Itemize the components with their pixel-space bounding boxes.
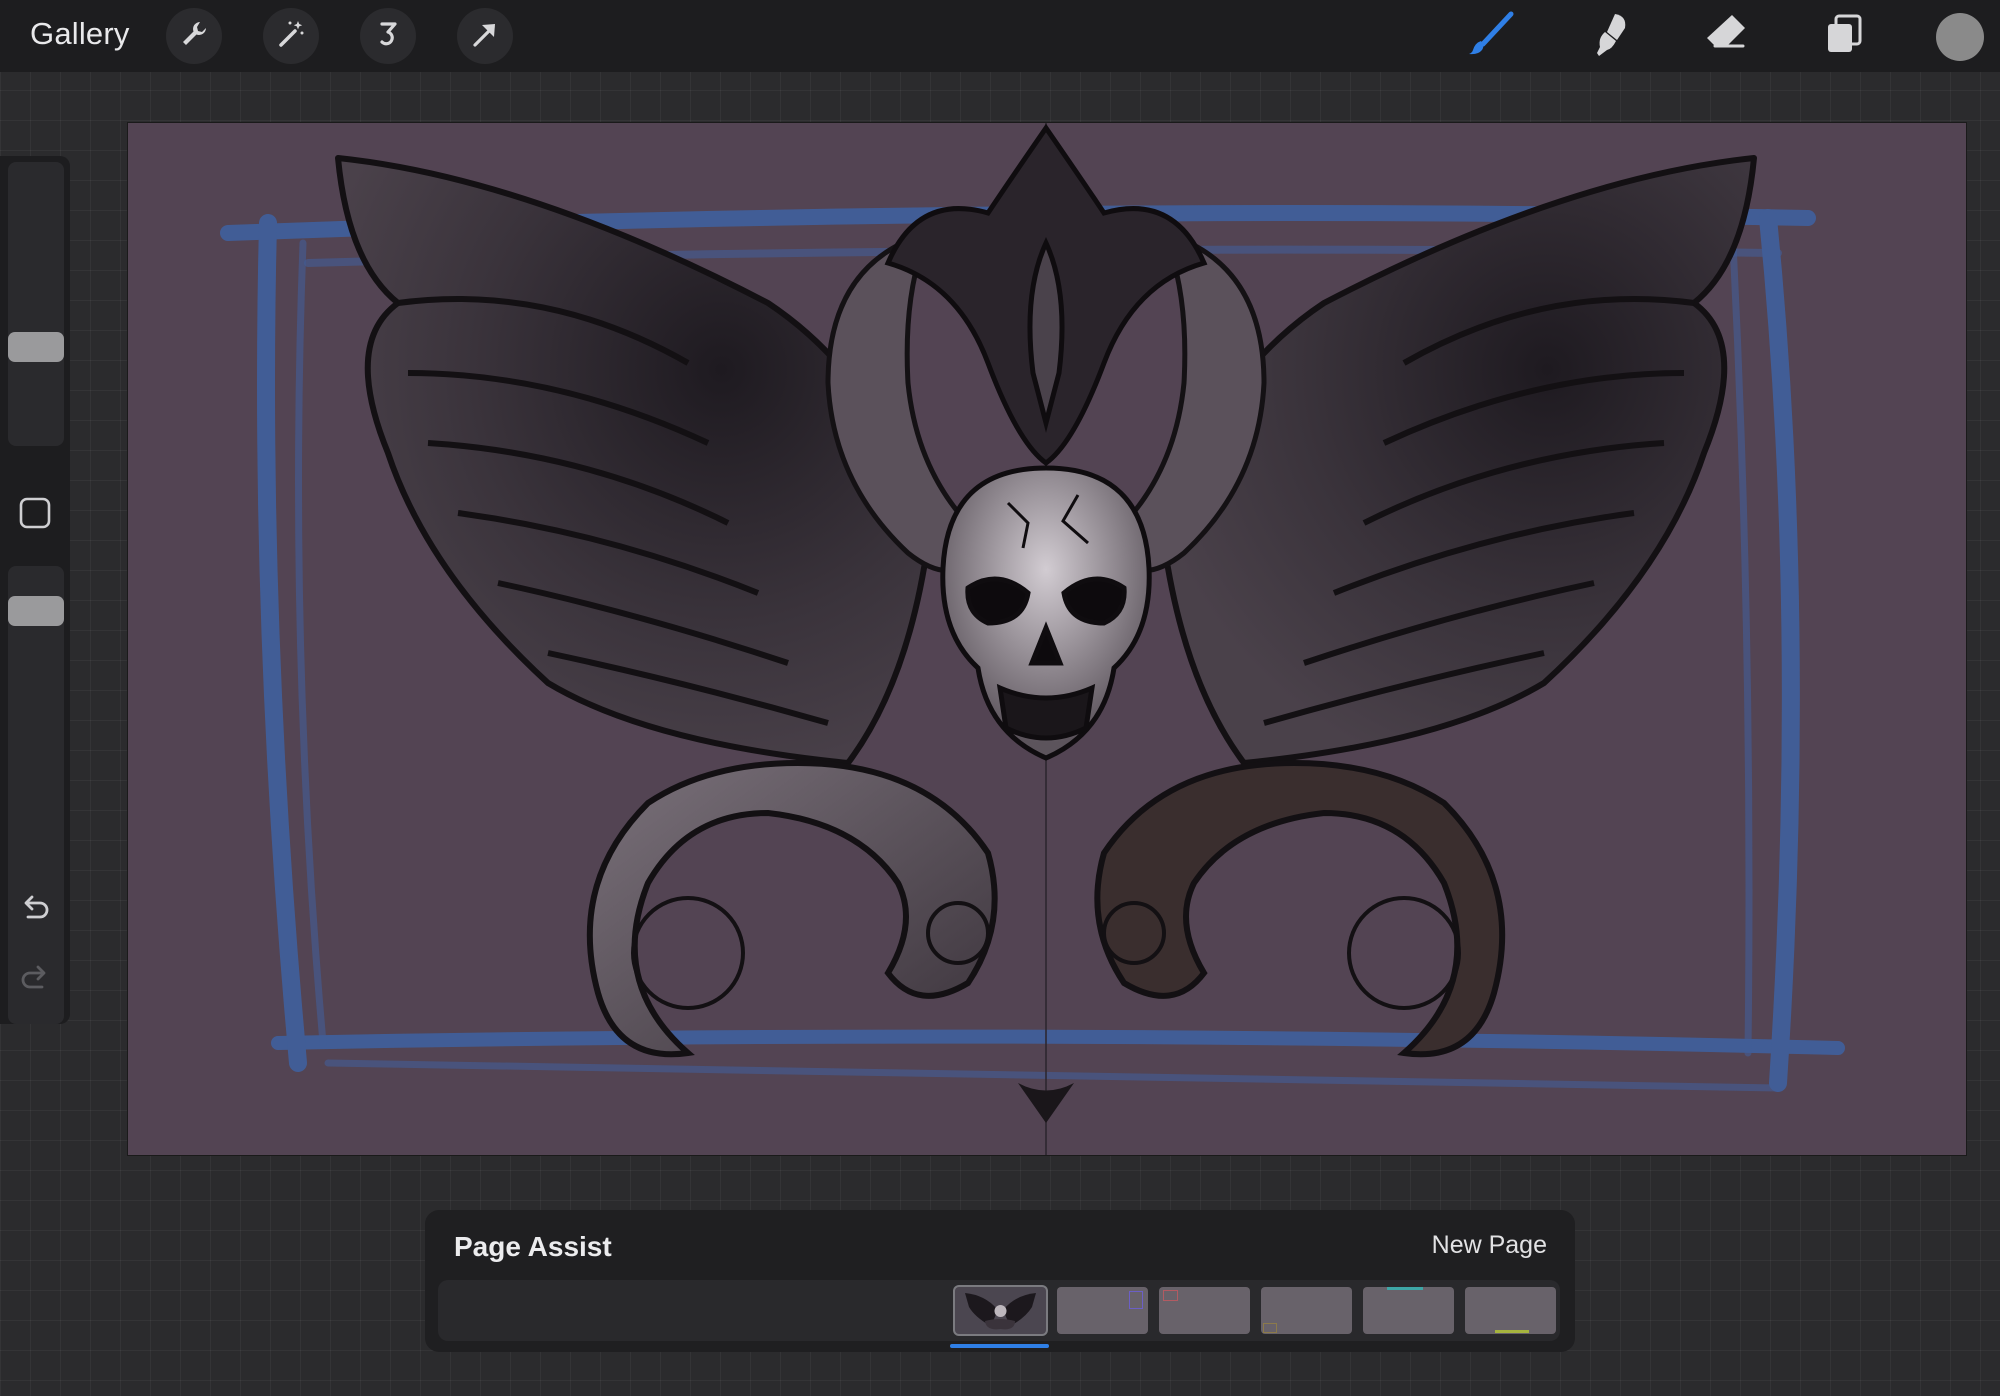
top-toolbar: Gallery xyxy=(0,0,2000,72)
color-picker-swatch[interactable] xyxy=(1936,13,1984,61)
selection-button[interactable] xyxy=(360,8,416,64)
page-thumbnail-2[interactable] xyxy=(1057,1287,1148,1334)
opacity-thumb[interactable] xyxy=(8,595,64,626)
actions-button[interactable] xyxy=(166,8,222,64)
eraser-icon xyxy=(1702,10,1750,63)
smudge-tool[interactable] xyxy=(1583,10,1635,62)
brush-size-slider[interactable] xyxy=(8,162,64,446)
brush-tool[interactable] xyxy=(1465,10,1517,62)
page-thumbnail-6[interactable] xyxy=(1465,1287,1556,1334)
winged-skull-artwork xyxy=(220,123,1845,1155)
magic-wand-icon xyxy=(276,19,306,54)
page-thumbnail-5[interactable] xyxy=(1363,1287,1454,1334)
wrench-icon xyxy=(179,19,209,54)
page-thumbnail-1[interactable] xyxy=(955,1287,1046,1334)
drawing-canvas[interactable] xyxy=(128,123,1966,1155)
page-assist-panel: Page Assist New Page xyxy=(425,1210,1575,1352)
redo-icon xyxy=(18,962,52,1001)
page-assist-title: Page Assist xyxy=(454,1231,612,1262)
page-thumbnail-4[interactable] xyxy=(1261,1287,1352,1334)
page-thumbnail-artwork xyxy=(965,1293,1036,1330)
page-thumbnail-mark xyxy=(1263,1323,1277,1333)
layers-tool[interactable] xyxy=(1818,10,1870,62)
redo-button[interactable] xyxy=(12,958,58,1004)
page-thumbnail-3[interactable] xyxy=(1159,1287,1250,1334)
brush-icon xyxy=(1467,10,1515,63)
left-sidebar xyxy=(0,156,70,1024)
page-thumbnail-mark xyxy=(1163,1290,1178,1301)
selection-icon xyxy=(373,19,403,54)
page-thumbnail-mark xyxy=(1495,1330,1529,1333)
modify-button[interactable] xyxy=(12,492,58,538)
opacity-slider[interactable] xyxy=(8,566,64,1024)
smudge-icon xyxy=(1585,10,1633,63)
page-thumbnail-mark xyxy=(1129,1291,1143,1309)
square-icon xyxy=(18,496,52,535)
adjustments-button[interactable] xyxy=(263,8,319,64)
brush-size-thumb[interactable] xyxy=(8,332,64,363)
undo-icon xyxy=(18,892,52,931)
transform-arrow-icon xyxy=(470,19,500,54)
active-page-indicator xyxy=(950,1344,1049,1348)
gallery-button[interactable]: Gallery xyxy=(30,16,130,52)
page-thumbnail-mark xyxy=(1387,1287,1423,1290)
eraser-tool[interactable] xyxy=(1700,10,1752,62)
transform-button[interactable] xyxy=(457,8,513,64)
undo-button[interactable] xyxy=(12,888,58,934)
new-page-button[interactable]: New Page xyxy=(1432,1231,1547,1260)
layers-icon xyxy=(1820,10,1868,63)
